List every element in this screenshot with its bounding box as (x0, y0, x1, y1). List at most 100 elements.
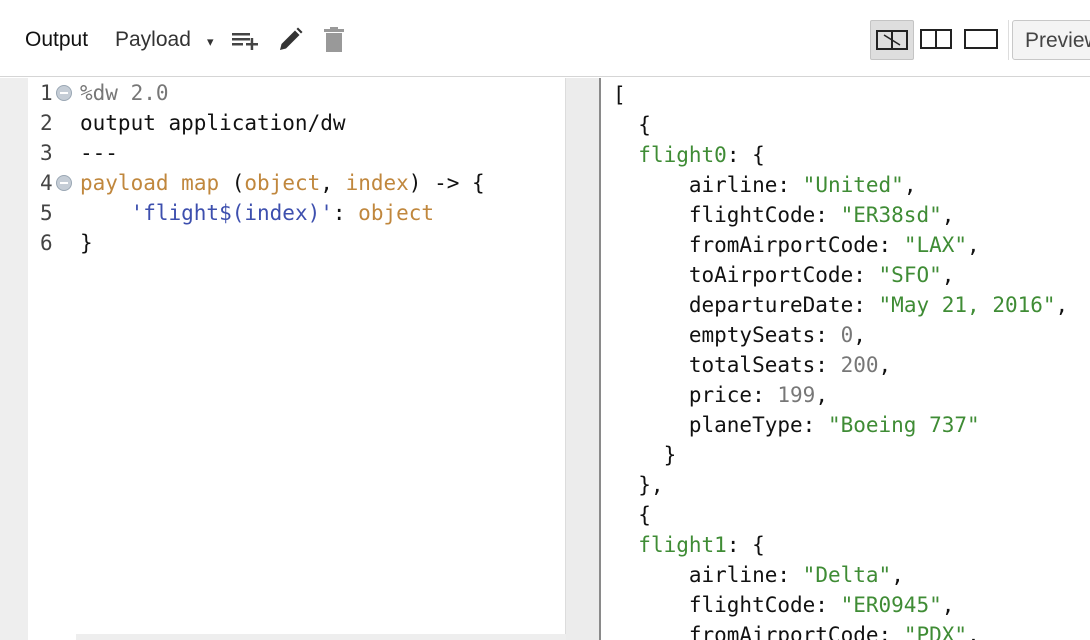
code-token: } (80, 231, 93, 255)
toolbar: Output Payload ▾ Previe (0, 0, 1090, 78)
output-string-value: "United" (802, 173, 904, 197)
output-token: : (802, 413, 828, 437)
output-token: , (967, 233, 980, 257)
split-vertical-icon[interactable] (918, 20, 956, 60)
output-line: flightCode: "ER0945", (613, 590, 955, 620)
line-number: 5 (40, 201, 53, 225)
output-token (613, 323, 689, 347)
code-line[interactable]: %dw 2.0 (80, 78, 169, 108)
output-line: } (613, 440, 677, 470)
output-key: flight0 (638, 143, 727, 167)
output-line: [ (613, 80, 626, 110)
output-token: : (752, 383, 778, 407)
output-line: }, (613, 470, 663, 500)
payload-selector[interactable]: Payload (115, 28, 191, 52)
trash-icon[interactable] (323, 27, 345, 53)
output-string-value: "LAX" (903, 233, 968, 257)
output-token: : (815, 203, 841, 227)
output-token: : (777, 173, 803, 197)
chevron-down-icon[interactable]: ▾ (207, 34, 214, 50)
output-number-value: 200 (840, 353, 879, 377)
output-key: fromAirportCode (688, 623, 879, 640)
output-token (613, 413, 689, 437)
output-line: flight0: { (613, 140, 765, 170)
output-token (613, 233, 689, 257)
output-key: flightCode (688, 203, 816, 227)
output-key: airline (688, 563, 778, 587)
output-key: fromAirportCode (688, 233, 879, 257)
code-line[interactable]: payload map (object, index) -> { (80, 168, 485, 198)
output-string-value: "May 21, 2016" (878, 293, 1056, 317)
output-line: planeType: "Boeing 737" (613, 410, 980, 440)
output-line: emptySeats: 0, (613, 320, 866, 350)
output-line: airline: "United", (613, 170, 917, 200)
pencil-icon[interactable] (277, 27, 303, 53)
output-token: , (967, 623, 980, 640)
keyword-token: payload (80, 171, 169, 195)
output-number-value: 199 (777, 383, 816, 407)
output-token: , (891, 563, 904, 587)
output-token (613, 353, 689, 377)
split-horizontal-icon[interactable] (870, 20, 914, 60)
output-token: : { (726, 533, 765, 557)
pane-splitter[interactable] (566, 78, 600, 640)
output-token: { (613, 503, 651, 527)
code-token: --- (80, 141, 118, 165)
output-key: departureDate (688, 293, 854, 317)
output-key: emptySeats (688, 323, 816, 347)
output-token: : { (726, 143, 765, 167)
editor-scrollbar[interactable] (76, 634, 566, 640)
output-key: toAirportCode (688, 263, 854, 287)
output-token: : (878, 623, 904, 640)
output-token: } (613, 443, 677, 467)
output-string-value: "SFO" (878, 263, 942, 287)
fold-toggle-icon[interactable] (56, 85, 72, 101)
output-token: , (878, 353, 892, 377)
add-list-icon[interactable] (231, 27, 261, 53)
output-title: Output (25, 28, 89, 51)
output-line: flightCode: "ER38sd", (613, 200, 955, 230)
code-token: , (320, 171, 346, 195)
output-token: { (613, 113, 651, 137)
code-token: ) -> { (408, 171, 485, 195)
output-line: fromAirportCode: "PDX", (613, 620, 980, 640)
output-line: price: 199, (613, 380, 828, 410)
output-token (613, 383, 689, 407)
editor-gutter (0, 78, 28, 640)
code-token: : (332, 201, 359, 225)
keyword-token: object (358, 201, 435, 225)
output-token (613, 593, 689, 617)
output-line: departureDate: "May 21, 2016", (613, 290, 1068, 320)
output-string-value: "ER0945" (840, 593, 942, 617)
keyword-token: map (181, 171, 220, 195)
output-key: totalSeats (688, 353, 816, 377)
output-pane[interactable]: [ { flight0: { airline: "United", flight… (601, 78, 1090, 640)
toolbar-separator (1008, 20, 1009, 60)
output-token: , (903, 173, 917, 197)
single-pane-icon[interactable] (962, 20, 1000, 60)
output-token (613, 623, 689, 640)
output-token: [ (613, 83, 626, 107)
output-key: airline (688, 173, 778, 197)
fold-toggle-icon[interactable] (56, 175, 72, 191)
output-token (613, 293, 689, 317)
code-line[interactable]: --- (80, 138, 118, 168)
preview-button[interactable]: Preview (1012, 20, 1090, 60)
output-string-value: "ER38sd" (840, 203, 942, 227)
output-token: , (853, 323, 866, 347)
output-number-value: 0 (840, 323, 854, 347)
output-token: , (1055, 293, 1069, 317)
output-key: flight1 (638, 533, 727, 557)
string-token: 'flight$(index)' (130, 201, 333, 225)
code-line[interactable]: 'flight$(index)': object (80, 198, 434, 228)
output-key: planeType (688, 413, 803, 437)
output-token: : (777, 563, 803, 587)
output-token: , (941, 593, 955, 617)
output-line: { (613, 110, 651, 140)
line-number: 2 (40, 111, 53, 135)
output-key: flightCode (688, 593, 816, 617)
code-line[interactable]: output application/dw (80, 108, 346, 138)
code-line[interactable]: } (80, 228, 93, 258)
output-line: fromAirportCode: "LAX", (613, 230, 980, 260)
